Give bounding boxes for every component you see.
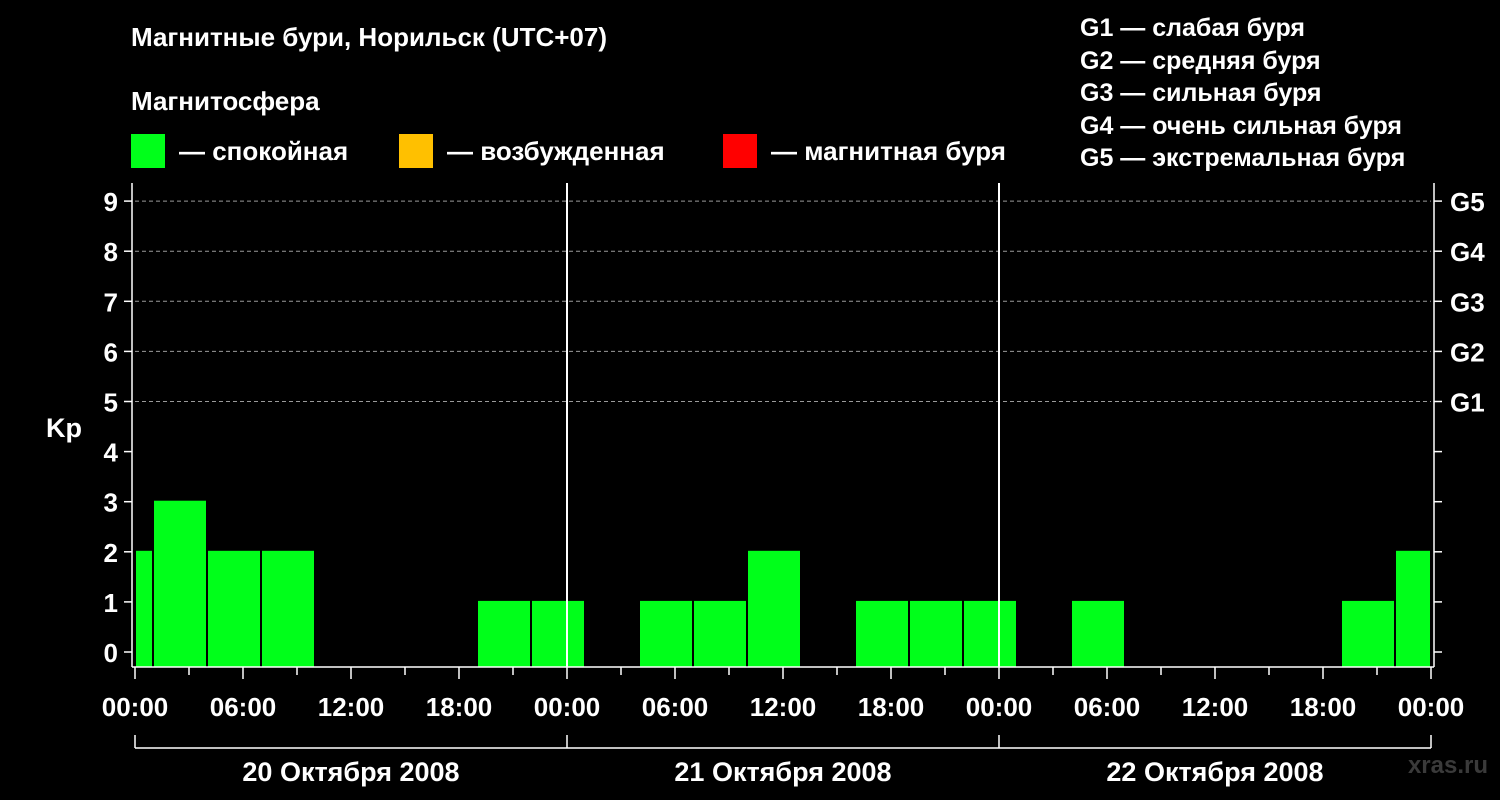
g-axis-label-g2: G2 xyxy=(1450,337,1485,367)
kp-bar-23 xyxy=(1342,600,1394,667)
x-tick-label-9: 06:00 xyxy=(1074,692,1141,722)
kp-bar-0 xyxy=(136,550,152,667)
g-axis-label-g5: G5 xyxy=(1450,187,1485,217)
y-tick-label-5: 5 xyxy=(104,388,118,418)
kp-bar-8 xyxy=(532,600,584,667)
y-tick-label-9: 9 xyxy=(104,187,118,217)
day-label-0: 20 Октября 2008 xyxy=(242,757,459,787)
kp-bar-18 xyxy=(1072,600,1124,667)
kp-bar-10 xyxy=(640,600,692,667)
y-tick-label-4: 4 xyxy=(104,438,119,468)
x-tick-label-8: 00:00 xyxy=(966,692,1033,722)
y-tick-label-8: 8 xyxy=(104,237,118,267)
x-tick-label-7: 18:00 xyxy=(858,692,925,722)
x-tick-label-10: 12:00 xyxy=(1182,692,1249,722)
kp-bar-1 xyxy=(154,500,206,667)
y-tick-label-3: 3 xyxy=(104,488,118,518)
kp-bar-15 xyxy=(910,600,962,667)
y-axis-label: Kp xyxy=(46,413,82,443)
kp-bar-7 xyxy=(478,600,530,667)
x-tick-label-1: 06:00 xyxy=(210,692,277,722)
kp-bar-3 xyxy=(262,550,314,667)
x-tick-label-11: 18:00 xyxy=(1290,692,1357,722)
x-tick-label-2: 12:00 xyxy=(318,692,385,722)
g-axis-label-g4: G4 xyxy=(1450,237,1485,267)
kp-chart: Kp 0 1 2 3 4 5 6 7 8 9 G1 G2 G3 G4 G5 00:00 06:00 12:00 18… xyxy=(46,183,1485,787)
x-tick-label-4: 00:00 xyxy=(534,692,601,722)
y-tick-label-6: 6 xyxy=(104,337,118,367)
day-label-1: 21 Октября 2008 xyxy=(674,757,891,787)
x-tick-label-6: 12:00 xyxy=(750,692,817,722)
y-tick-label-0: 0 xyxy=(104,638,118,668)
y-tick-label-1: 1 xyxy=(104,588,118,618)
kp-bar-14 xyxy=(856,600,908,667)
x-tick-label-5: 06:00 xyxy=(642,692,709,722)
g-axis-label-g1: G1 xyxy=(1450,388,1485,418)
day-label-2: 22 Октября 2008 xyxy=(1106,757,1323,787)
x-tick-label-3: 18:00 xyxy=(426,692,493,722)
kp-bar-12 xyxy=(748,550,800,667)
x-tick-label-12: 00:00 xyxy=(1398,692,1465,722)
kp-bar-11 xyxy=(694,600,746,667)
kp-bar-24 xyxy=(1396,550,1430,667)
y-tick-label-2: 2 xyxy=(104,538,118,568)
kp-bar-16 xyxy=(964,600,1016,667)
kp-bar-2 xyxy=(208,550,260,667)
watermark: xras.ru xyxy=(1407,752,1488,779)
x-tick-label-0: 00:00 xyxy=(102,692,169,722)
g-axis-label-g3: G3 xyxy=(1450,287,1485,317)
y-tick-label-7: 7 xyxy=(104,287,118,317)
